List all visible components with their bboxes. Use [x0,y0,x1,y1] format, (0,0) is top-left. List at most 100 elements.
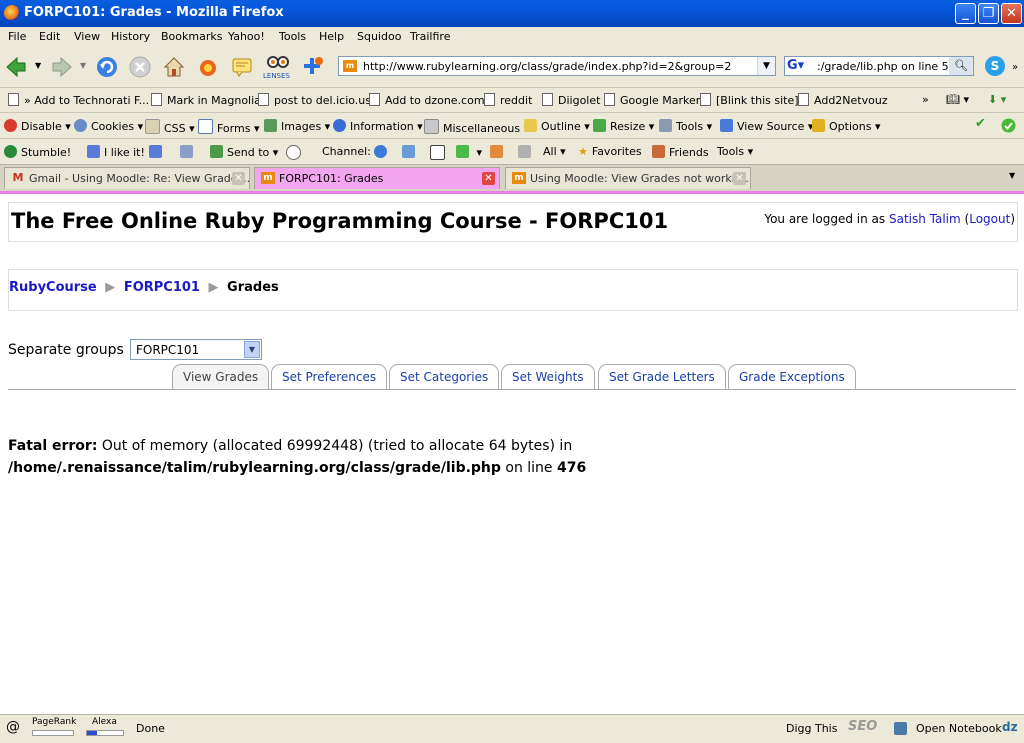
pagerank-widget[interactable]: PageRank [30,717,76,737]
all-dropdown[interactable]: All ▾ [543,145,566,158]
breadcrumb-rubycourse-link[interactable]: RubyCourse [9,280,97,295]
tab-close-icon[interactable]: ✕ [733,172,746,185]
digg-this-button[interactable]: Digg This [786,722,837,735]
bookmark-item[interactable]: Google Marker [604,93,700,107]
speech-bubble-icon[interactable] [286,145,305,161]
friends-button[interactable]: Friends [652,145,709,159]
forward-dropdown-icon[interactable]: ▼ [80,61,86,70]
channel-photo-icon[interactable] [402,145,419,159]
tab-set-categories[interactable]: Set Categories [389,364,500,390]
menu-file[interactable]: File [8,30,26,43]
bookmarks-menu-icon[interactable]: 📖︎ ▾ [946,93,969,106]
bookmark-item[interactable]: Add to dzone.com [369,93,485,107]
send-to-button[interactable]: Send to ▾ [210,145,278,159]
bookmark-item[interactable]: » Add to Technorati F... [8,93,149,107]
minimize-button[interactable]: _ [955,3,976,24]
bookmark-item[interactable]: Mark in Magnolia [151,93,261,107]
tab-close-icon[interactable]: ✕ [482,172,495,185]
status-ok-icon[interactable] [1001,118,1016,133]
channel-tag-icon[interactable] [518,145,535,159]
bookmark-item[interactable]: Add2Netvouz [798,93,888,107]
menu-squidoo[interactable]: Squidoo [357,30,401,43]
dev-information-menu[interactable]: Information ▾ [333,119,423,133]
seo-icon[interactable]: SEO [848,719,877,734]
back-dropdown-icon[interactable]: ▼ [35,61,41,70]
addon-plus-icon[interactable] [301,55,325,79]
menu-edit[interactable]: Edit [39,30,60,43]
google-icon[interactable]: G▾ [787,58,815,74]
channel-video-icon[interactable] [430,145,449,161]
url-dropdown-icon[interactable]: ▼ [757,57,775,75]
menu-tools[interactable]: Tools [279,30,306,43]
open-notebook-button[interactable]: Open Notebook [916,722,1002,735]
channel-globe-icon[interactable] [374,145,391,159]
dev-options-menu[interactable]: Options ▾ [812,119,880,133]
reload-icon[interactable] [95,55,119,79]
dev-outline-menu[interactable]: Outline ▾ [524,119,590,133]
skype-icon[interactable]: S [983,54,1007,80]
notebook-icon[interactable] [894,722,911,736]
lenses-button[interactable]: LENSES [263,53,293,83]
stop-icon[interactable] [128,55,152,79]
user-profile-link[interactable]: Satish Talim [889,212,961,226]
search-icon[interactable]: 🔍︎ [949,57,973,75]
firebug-icon[interactable] [196,55,220,79]
bookmark-item[interactable]: post to del.icio.us [258,93,371,107]
tab-set-grade-letters[interactable]: Set Grade Letters [598,364,726,390]
dev-css-menu[interactable]: CSS ▾ [145,119,195,135]
tab-set-weights[interactable]: Set Weights [501,364,595,390]
dev-disable-menu[interactable]: Disable ▾ [4,119,71,133]
menu-history[interactable]: History [111,30,150,43]
favorites-button[interactable]: ★ Favorites [578,145,642,158]
at-icon[interactable]: @ [6,719,20,735]
bookmark-item[interactable]: reddit [484,93,532,107]
breadcrumb-forpc101-link[interactable]: FORPC101 [124,280,200,295]
dev-images-menu[interactable]: Images ▾ [264,119,330,133]
dev-resize-menu[interactable]: Resize ▾ [593,119,654,133]
tab-forpc101-grades[interactable]: m FORPC101: Grades ✕ [254,167,500,189]
bookmarks-overflow-icon[interactable]: » [922,93,929,106]
tab-set-preferences[interactable]: Set Preferences [271,364,388,390]
toolbar-overflow-icon[interactable]: » [1012,62,1018,73]
validation-check-icon[interactable]: ✔ [975,116,986,131]
alexa-widget[interactable]: Alexa [84,717,126,737]
home-icon[interactable] [162,55,186,79]
i-like-it-button[interactable]: I like it! [87,145,145,159]
dev-view-source-menu[interactable]: View Source ▾ [720,119,813,133]
dev-cookies-menu[interactable]: Cookies ▾ [74,119,143,133]
menu-view[interactable]: View [74,30,100,43]
download-icon[interactable]: ⬇ ▾ [988,93,1006,106]
bookmark-item[interactable]: [Blink this site] [700,93,799,107]
menu-trailfire[interactable]: Trailfire [410,30,450,43]
close-button[interactable]: ✕ [1001,3,1022,24]
search-input[interactable]: :/grade/lib.php on line 520 [817,60,963,73]
search-box[interactable]: G▾ :/grade/lib.php on line 520 🔍︎ [784,56,974,76]
dev-forms-menu[interactable]: Forms ▾ [198,119,259,135]
url-text[interactable]: http://www.rubylearning.org/class/grade/… [363,60,731,73]
notes-icon[interactable] [230,55,254,79]
tab-using-moodle[interactable]: m Using Moodle: View Grades not workin..… [505,167,751,189]
menu-yahoo[interactable]: Yahoo! [228,30,265,43]
dev-tools-menu[interactable]: Tools ▾ [659,119,712,133]
address-bar[interactable]: m http://www.rubylearning.org/class/grad… [338,56,776,76]
dzone-icon[interactable]: dz [1002,720,1018,734]
groups-select[interactable]: FORPC101 ▼ [130,339,262,360]
tab-list-icon[interactable]: ▼ [1009,171,1015,180]
channel-shuffle-icon[interactable]: ▾ [456,145,482,159]
dev-miscellaneous-menu[interactable]: Miscellaneous ▾ [424,119,529,135]
stumble-button[interactable]: Stumble! [4,145,71,159]
tab-gmail[interactable]: M Gmail - Using Moodle: Re: View Grades.… [4,167,250,189]
tab-close-icon[interactable]: ✕ [232,172,245,185]
stumble-tools-menu[interactable]: Tools ▾ [717,145,753,158]
menu-bookmarks[interactable]: Bookmarks [161,30,222,43]
thumbs-down-icon[interactable] [149,145,166,159]
menu-help[interactable]: Help [319,30,344,43]
maximize-button[interactable]: ❐ [978,3,999,24]
bookmark-item[interactable]: Diigolet [542,93,600,107]
forward-icon[interactable] [50,55,74,79]
logout-link[interactable]: Logout [969,212,1010,226]
back-icon[interactable] [4,55,28,79]
tab-view-grades[interactable]: View Grades [172,364,270,390]
tab-grade-exceptions[interactable]: Grade Exceptions [728,364,856,390]
tag-icon[interactable] [180,145,197,159]
